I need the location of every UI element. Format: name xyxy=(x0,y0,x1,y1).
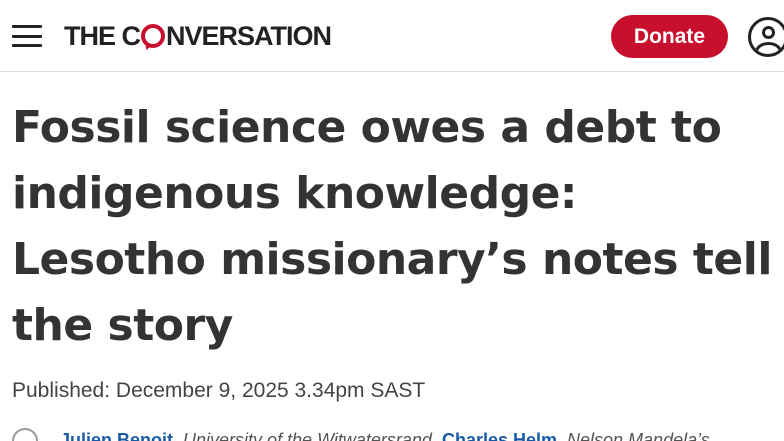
site-logo[interactable]: THE C NVERSATION xyxy=(64,19,332,53)
account-icon[interactable] xyxy=(748,17,784,57)
menu-icon-bar xyxy=(12,44,42,47)
title-line: indigenous knowledge: xyxy=(12,168,578,219)
author-link[interactable]: Charles Helm xyxy=(442,430,557,441)
menu-icon[interactable] xyxy=(12,22,44,50)
title-line: Fossil science owes a debt to xyxy=(12,102,722,153)
expand-authors-icon[interactable] xyxy=(12,428,38,441)
published-date: Published: December 9, 2025 3.34pm SAST xyxy=(12,379,426,402)
logo-text-suffix: NVERSATION xyxy=(166,20,332,51)
article-title: Fossil science owes a debt to indigenous… xyxy=(12,95,784,359)
author-affiliation: , Nelson Mandela’s xyxy=(557,430,710,441)
author-link[interactable]: Julien Benoit xyxy=(60,430,173,441)
menu-icon-bar xyxy=(12,34,42,38)
account-icon-body xyxy=(755,42,782,54)
logo-speech-bubble-icon xyxy=(141,24,165,48)
account-icon-head xyxy=(762,26,775,39)
site-header: THE C NVERSATION Donate xyxy=(0,0,784,72)
title-line: the story xyxy=(12,300,233,351)
byline: Julien Benoit, University of the Witwate… xyxy=(12,428,784,441)
menu-icon-bar xyxy=(12,25,42,28)
donate-button[interactable]: Donate xyxy=(611,15,728,58)
byline-text: Julien Benoit, University of the Witwate… xyxy=(60,430,710,441)
author-affiliation: , University of the Witwatersrand, xyxy=(173,430,442,441)
logo-text-prefix: THE C xyxy=(64,20,141,51)
title-line: Lesotho missionary’s notes tell xyxy=(12,234,772,285)
